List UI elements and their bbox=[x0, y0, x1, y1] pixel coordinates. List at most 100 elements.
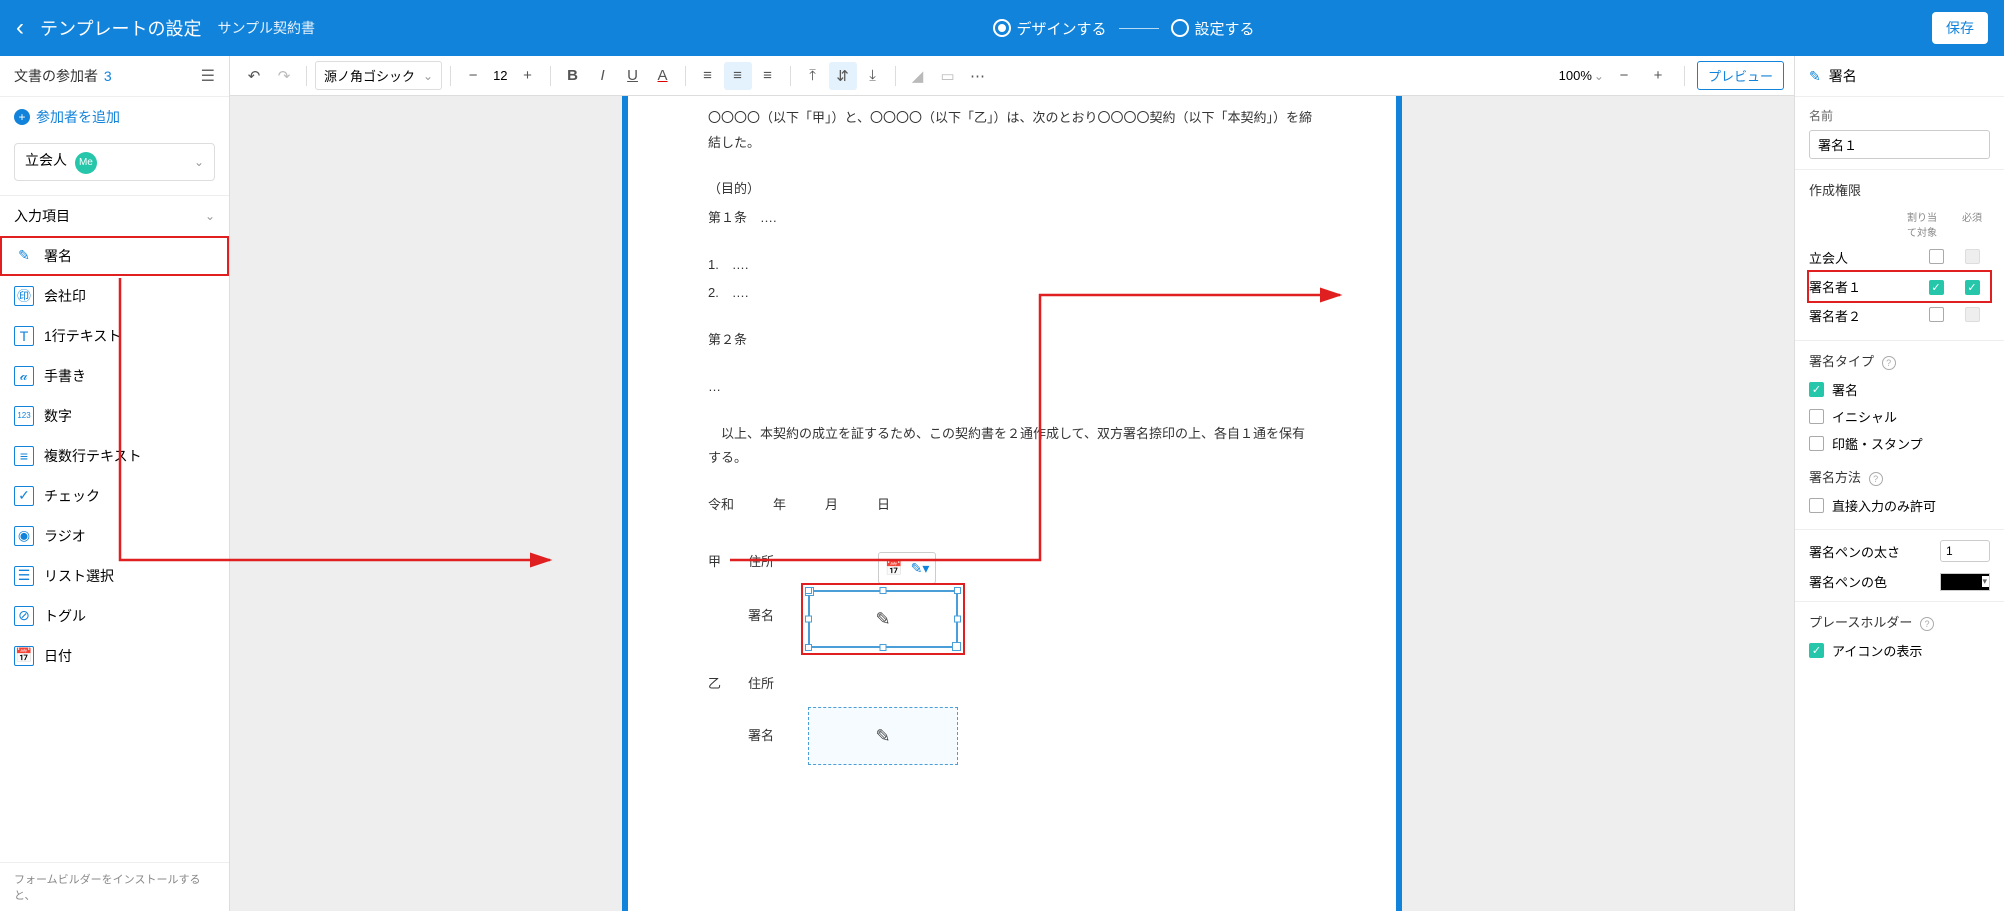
name-label: 名前 bbox=[1809, 107, 1990, 124]
chevron-down-icon[interactable]: ⌄ bbox=[1594, 69, 1604, 83]
participants-count: 3 bbox=[104, 68, 112, 84]
item-icon: ⊘ bbox=[14, 606, 34, 626]
zoom-out-button[interactable]: − bbox=[1610, 62, 1638, 90]
app-header: ‹ テンプレートの設定 サンプル契約書 デザインする 設定する 保存 bbox=[0, 0, 2004, 56]
placeholder-icon-checkbox[interactable]: ✓ bbox=[1809, 643, 1824, 658]
zoom-in-button[interactable]: + bbox=[1644, 62, 1672, 90]
field-name-input[interactable] bbox=[1809, 130, 1990, 159]
align-right-button[interactable]: ≡ bbox=[754, 62, 782, 90]
item-icon: ✎ bbox=[14, 246, 34, 266]
sig-method-title: 署名方法 bbox=[1809, 470, 1861, 485]
fill-color-button[interactable]: ◢ bbox=[904, 62, 932, 90]
sig-label: 署名 bbox=[748, 604, 788, 629]
assign-checkbox[interactable] bbox=[1929, 307, 1944, 322]
save-button[interactable]: 保存 bbox=[1932, 12, 1988, 44]
italic-button[interactable]: I bbox=[589, 62, 617, 90]
underline-button[interactable]: U bbox=[619, 62, 647, 90]
doc-article2: 第２条 bbox=[708, 328, 1316, 353]
signature-tool-icon[interactable]: ✎▾ bbox=[908, 556, 932, 580]
party-kou: 甲 bbox=[708, 550, 728, 575]
font-decrease-button[interactable]: − bbox=[459, 62, 487, 90]
input-item-チェック[interactable]: ✓チェック bbox=[0, 476, 229, 516]
placeholder-title: プレースホルダー bbox=[1809, 615, 1912, 630]
assign-checkbox[interactable]: ✓ bbox=[1929, 280, 1944, 295]
party-otsu: 乙 bbox=[708, 672, 728, 697]
input-item-署名[interactable]: ✎署名 bbox=[0, 236, 229, 276]
editor-toolbar: ↶ ↷ 源ノ角ゴシック ⌄ − 12 + B I U A ≡ ≡ ≡ ⤒ ⇵ ⤓ bbox=[230, 56, 1794, 96]
align-left-button[interactable]: ≡ bbox=[694, 62, 722, 90]
required-checkbox[interactable] bbox=[1965, 307, 1980, 322]
back-icon[interactable]: ‹ bbox=[16, 14, 24, 42]
assign-checkbox[interactable] bbox=[1929, 249, 1944, 264]
item-icon: ✓ bbox=[14, 486, 34, 506]
header-left: ‹ テンプレートの設定 サンプル契約書 bbox=[16, 14, 315, 42]
help-icon[interactable]: ? bbox=[1869, 472, 1883, 486]
list-icon[interactable]: ☰ bbox=[201, 66, 215, 86]
right-sidebar: ✎ 署名 名前 作成権限 割り当て対象 必須 立会人署名者１✓✓署名者２ 署名タ… bbox=[1794, 56, 2004, 911]
sig-type-checkbox[interactable] bbox=[1809, 409, 1824, 424]
chevron-down-icon: ⌄ bbox=[423, 69, 433, 83]
input-items-header[interactable]: 入力項目 ⌄ bbox=[0, 195, 229, 236]
step-design[interactable]: デザインする bbox=[993, 18, 1107, 39]
pen-icon: ✎ bbox=[875, 719, 890, 753]
add-participant-button[interactable]: + 参加者を追加 bbox=[0, 97, 229, 137]
required-checkbox[interactable]: ✓ bbox=[1965, 280, 1980, 295]
field-floating-toolbar: 📅 ✎▾ bbox=[878, 552, 936, 584]
required-checkbox[interactable] bbox=[1965, 249, 1980, 264]
help-icon[interactable]: ? bbox=[1920, 617, 1934, 631]
valign-middle-button[interactable]: ⇵ bbox=[829, 62, 857, 90]
font-increase-button[interactable]: + bbox=[514, 62, 542, 90]
bold-button[interactable]: B bbox=[559, 62, 587, 90]
pen-icon: ✎ bbox=[1809, 68, 1821, 85]
pen-width-input[interactable] bbox=[1940, 540, 1990, 562]
sig-type-checkbox[interactable]: ✓ bbox=[1809, 382, 1824, 397]
header-title: テンプレートの設定 bbox=[40, 15, 201, 41]
calendar-icon[interactable]: 📅 bbox=[882, 556, 906, 580]
direct-input-checkbox[interactable] bbox=[1809, 498, 1824, 513]
sig-type-checkbox[interactable] bbox=[1809, 436, 1824, 451]
item-icon: ㊞ bbox=[14, 286, 34, 306]
step-settings[interactable]: 設定する bbox=[1171, 18, 1255, 39]
perm-row: 立会人 bbox=[1809, 243, 1990, 272]
input-item-ラジオ[interactable]: ◉ラジオ bbox=[0, 516, 229, 556]
redo-button[interactable]: ↷ bbox=[270, 62, 298, 90]
editor-center: ↶ ↷ 源ノ角ゴシック ⌄ − 12 + B I U A ≡ ≡ ≡ ⤒ ⇵ ⤓ bbox=[230, 56, 1794, 911]
pen-icon: ✎ bbox=[875, 602, 890, 636]
doc-intro: 〇〇〇〇（以下「甲」）と、〇〇〇〇（以下「乙」）は、次のとおり〇〇〇〇契約（以下… bbox=[708, 106, 1316, 155]
participant-select[interactable]: 立会人 Me ⌄ bbox=[14, 143, 215, 181]
signature-field-empty[interactable]: ✎ bbox=[808, 707, 958, 765]
pen-color-picker[interactable] bbox=[1940, 573, 1990, 591]
input-item-手書き[interactable]: 𝒶手書き bbox=[0, 356, 229, 396]
valign-top-button[interactable]: ⤒ bbox=[799, 62, 827, 90]
input-item-数字[interactable]: 123数字 bbox=[0, 396, 229, 436]
perm-row: 署名者２ bbox=[1809, 301, 1990, 330]
input-item-会社印[interactable]: ㊞会社印 bbox=[0, 276, 229, 316]
input-item-日付[interactable]: 📅日付 bbox=[0, 636, 229, 676]
item-icon: 123 bbox=[14, 406, 34, 426]
input-item-リスト選択[interactable]: ☰リスト選択 bbox=[0, 556, 229, 596]
perm-head-required: 必須 bbox=[1954, 209, 1990, 239]
align-center-button[interactable]: ≡ bbox=[724, 62, 752, 90]
undo-button[interactable]: ↶ bbox=[240, 62, 268, 90]
sidebar-footer: フォームビルダーをインストールすると、 bbox=[0, 862, 229, 911]
font-family-select[interactable]: 源ノ角ゴシック ⌄ bbox=[315, 61, 442, 90]
valign-bottom-button[interactable]: ⤓ bbox=[859, 62, 887, 90]
border-button[interactable]: ▭ bbox=[934, 62, 962, 90]
more-button[interactable]: ⋯ bbox=[964, 62, 992, 90]
doc-list1: 1. …. bbox=[708, 253, 1316, 278]
preview-button[interactable]: プレビュー bbox=[1697, 61, 1784, 90]
help-icon[interactable]: ? bbox=[1882, 356, 1896, 370]
zoom-control: 100% ⌄ bbox=[1559, 68, 1604, 83]
input-item-トグル[interactable]: ⊘トグル bbox=[0, 596, 229, 636]
text-color-button[interactable]: A bbox=[649, 62, 677, 90]
chevron-down-icon: ⌄ bbox=[205, 209, 215, 223]
input-item-複数行テキスト[interactable]: ≡複数行テキスト bbox=[0, 436, 229, 476]
pen-color-label: 署名ペンの色 bbox=[1809, 572, 1887, 591]
canvas[interactable]: 〇〇〇〇（以下「甲」）と、〇〇〇〇（以下「乙」）は、次のとおり〇〇〇〇契約（以下… bbox=[230, 96, 1794, 911]
signature-field-selected[interactable]: ✎ bbox=[808, 590, 958, 648]
input-items-list: ✎署名㊞会社印T1行テキスト𝒶手書き123数字≡複数行テキスト✓チェック◉ラジオ… bbox=[0, 236, 229, 863]
item-icon: 𝒶 bbox=[14, 366, 34, 386]
input-item-1行テキスト[interactable]: T1行テキスト bbox=[0, 316, 229, 356]
font-size-value: 12 bbox=[489, 68, 511, 83]
addr-label: 住所 bbox=[748, 550, 788, 575]
